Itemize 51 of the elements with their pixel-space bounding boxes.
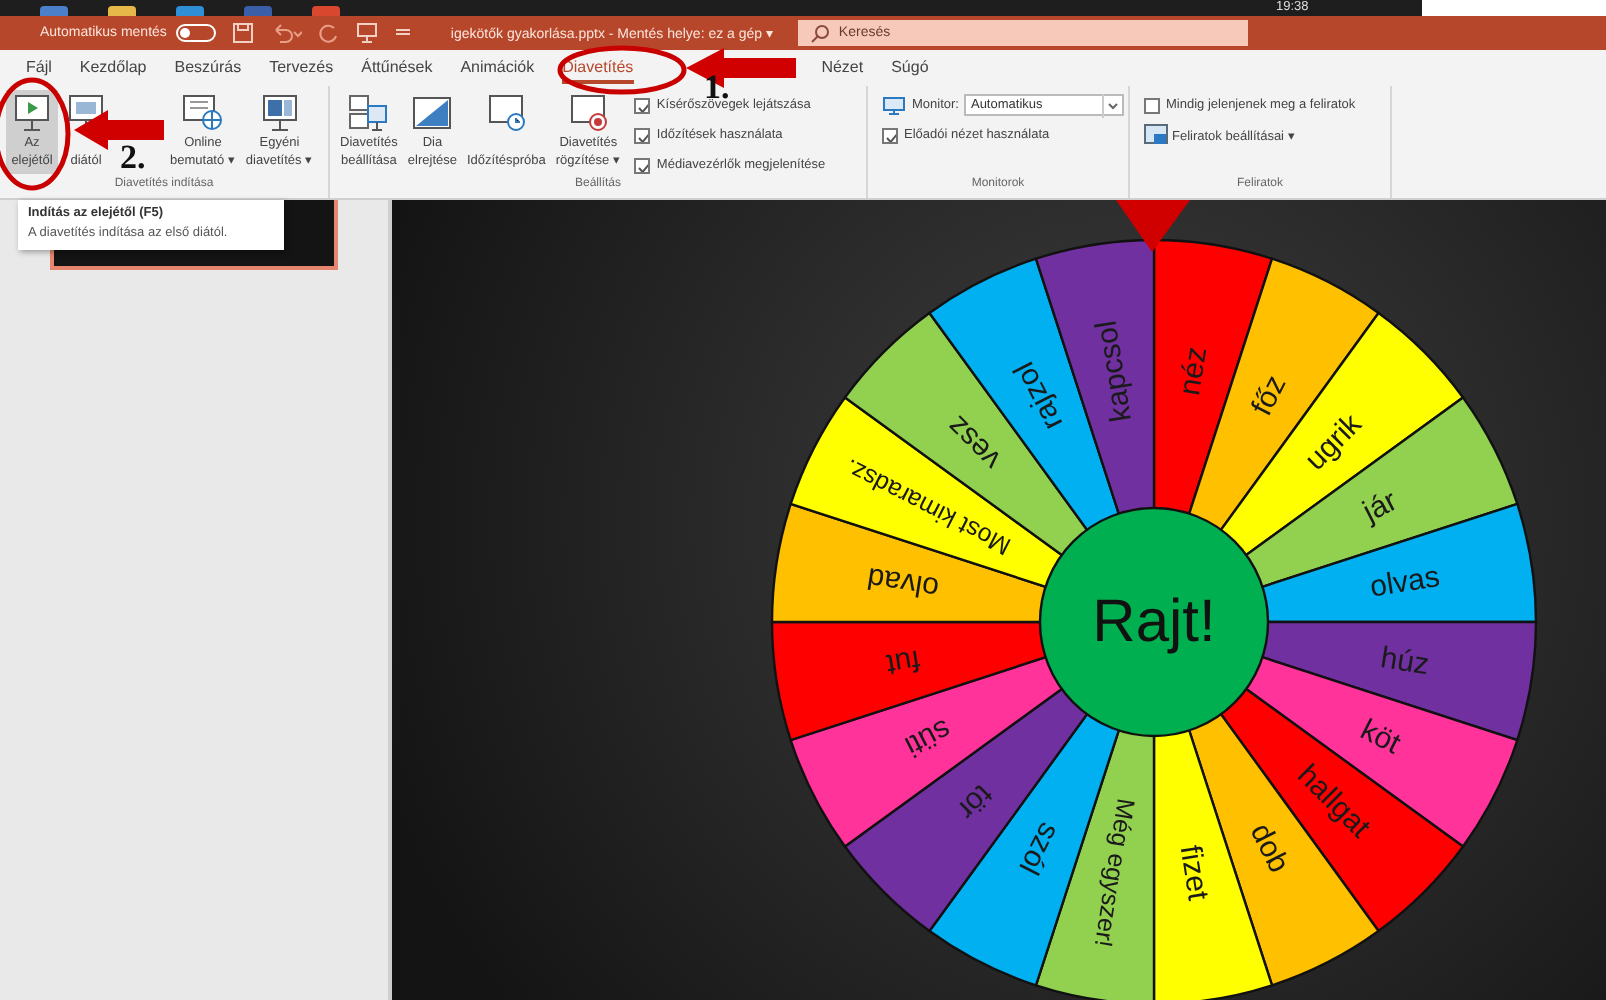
wheel-label: fizet bbox=[1172, 843, 1215, 903]
checkbox[interactable] bbox=[634, 157, 651, 173]
play-screen-icon bbox=[10, 94, 54, 132]
highlight-ellipse bbox=[557, 45, 687, 95]
checkbox[interactable] bbox=[634, 127, 651, 143]
taskbar-icon[interactable] bbox=[108, 6, 136, 16]
ribbon-tab[interactable]: Nézet bbox=[821, 53, 864, 83]
pointer-icon bbox=[1116, 200, 1190, 252]
wheel-label: Még egyszer! bbox=[1088, 796, 1140, 950]
wheel-label: dob bbox=[1242, 818, 1296, 879]
wheel-label: húz bbox=[1378, 641, 1432, 683]
checkbox[interactable] bbox=[882, 127, 898, 143]
ribbon-tab[interactable]: Súgó bbox=[891, 53, 929, 83]
caret-icon bbox=[1102, 93, 1123, 117]
start-button[interactable] bbox=[1038, 506, 1270, 738]
start-label[interactable]: Rajt! bbox=[1092, 589, 1216, 655]
wheel-label: fut bbox=[884, 642, 923, 682]
presentation-icon[interactable] bbox=[356, 22, 379, 44]
monitor-icon bbox=[882, 95, 906, 115]
undo-icon[interactable] bbox=[270, 22, 303, 44]
autosave-toggle[interactable] bbox=[176, 24, 217, 42]
ribbon-tab[interactable]: Tervezés bbox=[269, 53, 334, 83]
checkbox[interactable] bbox=[634, 97, 651, 113]
wheel-label: olvas bbox=[1367, 560, 1443, 605]
wheel-label: süti bbox=[899, 711, 957, 764]
ribbon-tab[interactable]: Áttűnések bbox=[361, 53, 433, 83]
checkbox[interactable] bbox=[1144, 97, 1160, 113]
wheel-label: kapcsol bbox=[1089, 318, 1139, 424]
wheel-label: főz bbox=[1245, 370, 1294, 422]
ribbon-tab[interactable]: Animációk bbox=[460, 53, 535, 83]
slide-settings-icon bbox=[346, 94, 391, 132]
wheel-label: szól bbox=[1011, 816, 1066, 880]
step-label: 2. bbox=[120, 138, 146, 176]
wheel-label: jár bbox=[1357, 483, 1403, 530]
wheel-label: köt bbox=[1354, 713, 1406, 762]
ribbon-tab[interactable]: Fájl bbox=[26, 53, 52, 83]
screen-slides-icon bbox=[257, 94, 302, 132]
wheel-label: rajzol bbox=[1007, 356, 1071, 436]
captions-icon bbox=[1144, 124, 1168, 146]
save-icon[interactable] bbox=[232, 22, 255, 44]
wheel-label: néz bbox=[1173, 344, 1215, 398]
ribbon-tab[interactable]: Kezdőlap bbox=[79, 53, 147, 83]
record-screen-icon bbox=[566, 94, 611, 132]
wheel-label: olvad bbox=[865, 559, 942, 605]
timer-screen-icon bbox=[484, 94, 529, 132]
ribbon-tab[interactable]: Beszúrás bbox=[174, 53, 242, 83]
wheel-label: tör bbox=[950, 777, 999, 826]
search-icon bbox=[810, 23, 831, 43]
redo-icon[interactable] bbox=[318, 22, 341, 44]
hidden-slide-icon bbox=[410, 94, 455, 132]
screen-globe-icon bbox=[180, 94, 225, 132]
